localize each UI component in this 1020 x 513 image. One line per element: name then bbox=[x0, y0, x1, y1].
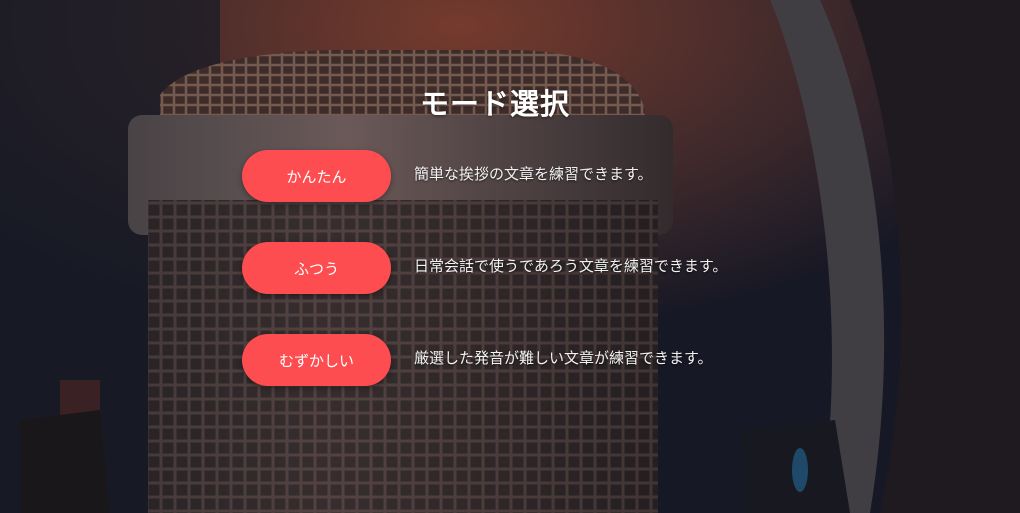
easy-mode-description: 簡単な挨拶の文章を練習できます。 bbox=[414, 164, 653, 183]
mode-row-hard: むずかしい 厳選した発音が難しい文章が練習できます。 bbox=[242, 334, 802, 386]
hard-mode-description: 厳選した発音が難しい文章が練習できます。 bbox=[414, 348, 713, 367]
mode-row-normal: ふつう 日常会話で使うであろう文章を練習できます。 bbox=[242, 242, 802, 294]
normal-mode-description: 日常会話で使うであろう文章を練習できます。 bbox=[414, 256, 728, 275]
hard-mode-button[interactable]: むずかしい bbox=[242, 334, 391, 386]
easy-mode-button[interactable]: かんたん bbox=[242, 150, 391, 202]
page-title: モード選択 bbox=[419, 87, 570, 122]
mode-row-easy: かんたん 簡単な挨拶の文章を練習できます。 bbox=[242, 150, 802, 202]
normal-mode-button[interactable]: ふつう bbox=[242, 242, 391, 294]
